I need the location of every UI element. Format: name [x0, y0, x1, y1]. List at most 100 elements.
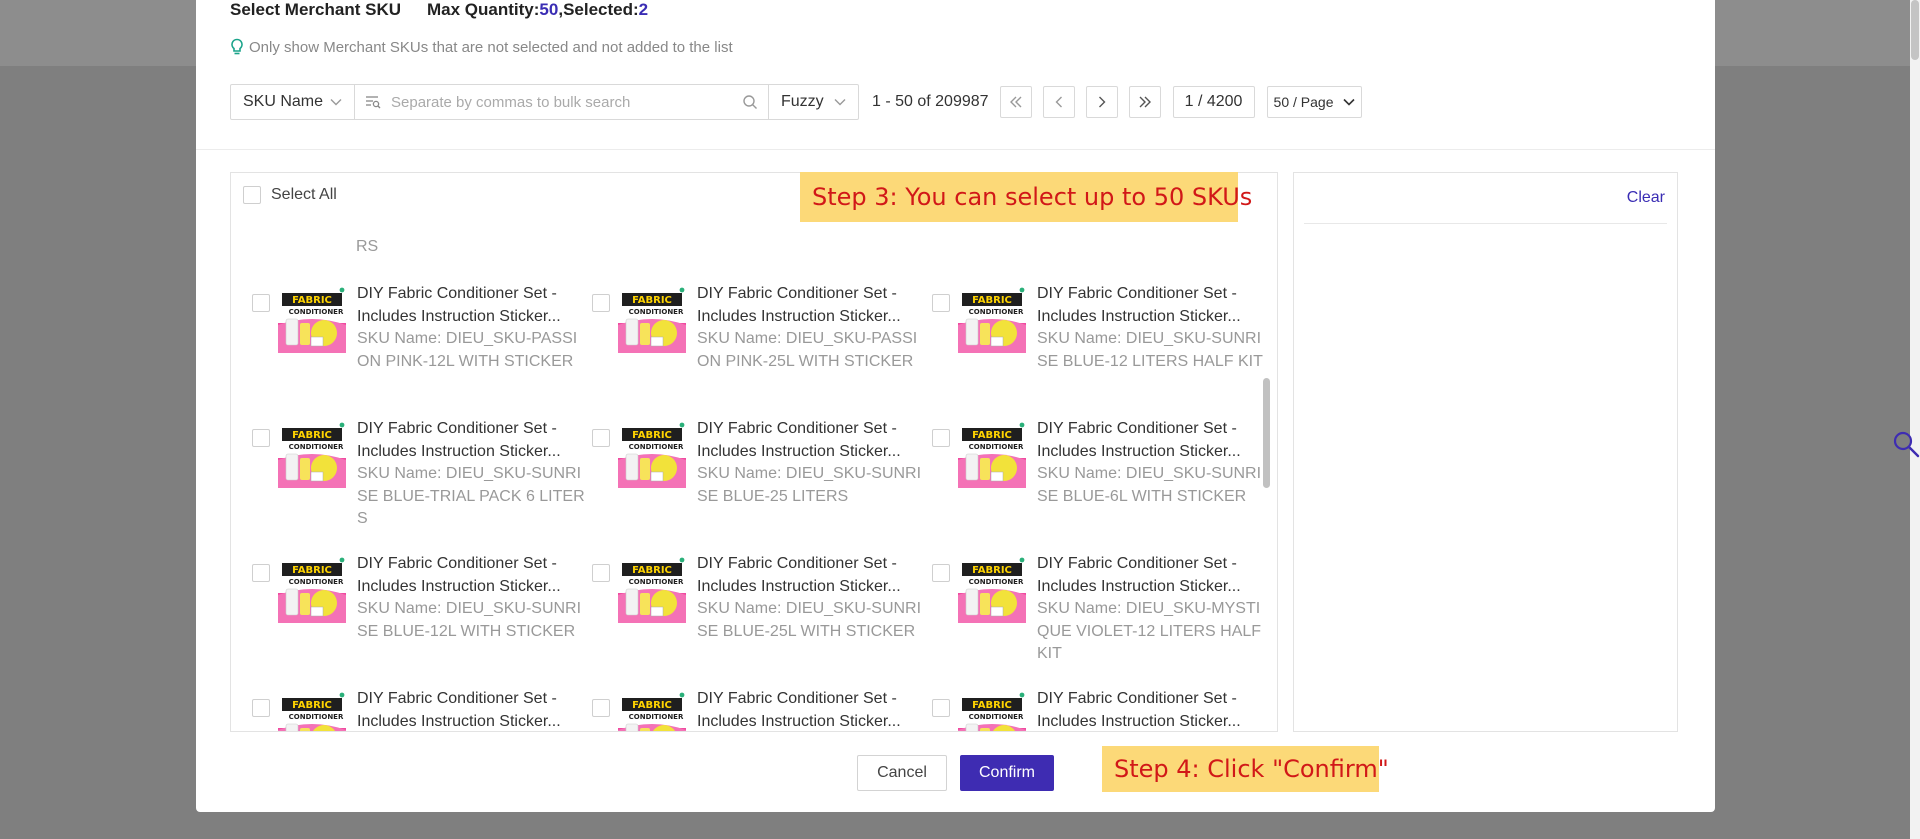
product-title-line1: DIY Fabric Conditioner Set -: [697, 285, 897, 302]
modal-header: Select Merchant SKU Max Quantity: 50 , S…: [230, 0, 648, 20]
svg-text:CONDITIONER: CONDITIONER: [969, 443, 1024, 451]
svg-text:CONDITIONER: CONDITIONER: [969, 308, 1024, 316]
page-number-input[interactable]: 1 / 4200: [1172, 86, 1255, 118]
product-title-line2: Includes Instruction Sticker...: [1037, 307, 1241, 325]
first-page-button[interactable]: [999, 86, 1032, 118]
search-icon[interactable]: [1892, 430, 1920, 458]
select-all-checkbox[interactable]: [243, 186, 261, 204]
sku-search-box: [354, 84, 769, 120]
product-title-line2: Includes Instruction Sticker...: [1037, 712, 1241, 730]
chevron-down-icon: [834, 99, 846, 106]
lightbulb-icon: [231, 38, 243, 55]
sku-list-item[interactable]: FABRIC CONDITIONER DIY Fabric Conditioner …: [592, 418, 932, 528]
sku-list-panel: Select All RS FABRIC CONDITIONER DIY Fabri…: [230, 172, 1278, 732]
sku-item-checkbox[interactable]: [592, 564, 610, 582]
list-scrollbar[interactable]: [1262, 243, 1272, 728]
sku-item-checkbox[interactable]: [932, 564, 950, 582]
sku-item-text: DIY Fabric Conditioner Set - Includes Ins…: [1037, 553, 1267, 666]
sku-list-item[interactable]: FABRIC CONDITIONER DIY Fabric Conditioner …: [592, 283, 932, 393]
sku-list-item[interactable]: FABRIC CONDITIONER DIY Fabric Conditioner …: [252, 418, 592, 528]
sku-item-text: DIY Fabric Conditioner Set - Includes Ins…: [1037, 418, 1267, 508]
modal-title: Select Merchant SKU: [230, 0, 401, 19]
page-scrollbar[interactable]: [1910, 0, 1920, 839]
svg-text:CONDITIONER: CONDITIONER: [289, 308, 344, 316]
svg-text:FABRIC: FABRIC: [292, 700, 332, 711]
filter-list-icon: [366, 96, 381, 109]
product-title-line1: DIY Fabric Conditioner Set -: [357, 555, 557, 572]
sku-list-item[interactable]: FABRIC CONDITIONER DIY Fabric Conditioner …: [252, 283, 592, 393]
sku-name: SKU Name: DIEU_SKU-SUNRISE BLUE-6L WITH …: [1037, 465, 1262, 505]
list-scrollbar-thumb[interactable]: [1263, 378, 1270, 488]
sku-name: SKU Name: DIEU_SKU-SUNRISE BLUE-12 LITER…: [1037, 330, 1263, 370]
step3-annotation: Step 3: You can select up to 50 SKUs: [800, 172, 1252, 222]
svg-text:CONDITIONER: CONDITIONER: [629, 443, 684, 451]
sku-name: SKU Name: DIEU_SKU-PASSION PINK-12L WITH…: [357, 330, 578, 370]
product-title-line1: DIY Fabric Conditioner Set -: [1037, 555, 1237, 572]
search-icon[interactable]: [742, 94, 758, 110]
sku-item-checkbox[interactable]: [932, 429, 950, 447]
search-field-value: SKU Name: [243, 93, 324, 110]
sku-list-item[interactable]: FABRIC CONDITIONER DIY Fabric Conditioner …: [592, 553, 932, 663]
sku-item-checkbox[interactable]: [932, 699, 950, 717]
hint-row: Only show Merchant SKUs that are not sel…: [230, 38, 733, 56]
sku-list-item[interactable]: FABRIC CONDITIONER DIY Fabric Conditioner …: [932, 283, 1272, 393]
confirm-button[interactable]: Confirm: [960, 755, 1054, 791]
sku-item-checkbox[interactable]: [252, 294, 270, 312]
product-thumbnail: FABRIC CONDITIONER: [958, 287, 1026, 353]
svg-text:CONDITIONER: CONDITIONER: [629, 578, 684, 586]
product-title-line2: Includes Instruction Sticker...: [697, 442, 901, 460]
product-thumbnail: FABRIC CONDITIONER: [618, 287, 686, 353]
svg-text:FABRIC: FABRIC: [972, 430, 1012, 441]
sku-list-item[interactable]: FABRIC CONDITIONER DIY Fabric Conditioner …: [592, 688, 932, 731]
page-size-select[interactable]: 50 / Page: [1266, 86, 1362, 118]
svg-text:CONDITIONER: CONDITIONER: [289, 578, 344, 586]
svg-text:CONDITIONER: CONDITIONER: [629, 713, 684, 721]
svg-text:FABRIC: FABRIC: [632, 565, 672, 576]
sku-item-text: DIY Fabric Conditioner Set - Includes Ins…: [357, 418, 587, 531]
product-thumbnail: FABRIC CONDITIONER: [278, 422, 346, 488]
sku-list-item[interactable]: FABRIC CONDITIONER DIY Fabric Conditioner …: [252, 688, 592, 731]
sku-list-item[interactable]: FABRIC CONDITIONER DIY Fabric Conditioner …: [252, 553, 592, 663]
select-all-row[interactable]: Select All: [243, 186, 337, 204]
product-title-line2: Includes Instruction Sticker...: [697, 577, 901, 595]
sku-list-item[interactable]: FABRIC CONDITIONER DIY Fabric Conditioner …: [932, 688, 1272, 731]
svg-text:FABRIC: FABRIC: [292, 565, 332, 576]
sku-name: SKU Name: DIEU_SKU-MYSTIQUE VIOLET-12 LI…: [1037, 600, 1262, 662]
sku-item-checkbox[interactable]: [592, 699, 610, 717]
selected-sku-panel: Clear: [1293, 172, 1678, 732]
sku-item-checkbox[interactable]: [252, 564, 270, 582]
chevron-left-icon: [1055, 96, 1062, 108]
prev-page-button[interactable]: [1042, 86, 1075, 118]
chevron-down-icon: [330, 99, 342, 106]
sku-item-text: DIY Fabric Conditioner Set - Includes Ins…: [1037, 283, 1267, 373]
sku-list-item[interactable]: FABRIC CONDITIONER DIY Fabric Conditioner …: [932, 553, 1272, 663]
product-title-line1: DIY Fabric Conditioner Set -: [1037, 285, 1237, 302]
product-thumbnail: FABRIC CONDITIONER: [618, 557, 686, 623]
sku-item-text: DIY Fabric Conditioner Set - Includes Ins…: [357, 688, 587, 731]
sku-item-checkbox[interactable]: [932, 294, 950, 312]
sku-item-checkbox[interactable]: [252, 699, 270, 717]
svg-text:FABRIC: FABRIC: [292, 295, 332, 306]
match-mode-select[interactable]: Fuzzy: [768, 84, 859, 120]
max-quantity-label: Max Quantity:: [427, 0, 540, 19]
svg-text:FABRIC: FABRIC: [972, 295, 1012, 306]
clear-selection-link[interactable]: Clear: [1627, 189, 1665, 207]
sku-list-item[interactable]: FABRIC CONDITIONER DIY Fabric Conditioner …: [932, 418, 1272, 528]
product-thumbnail: FABRIC CONDITIONER: [958, 557, 1026, 623]
sku-search-input[interactable]: [391, 93, 742, 111]
product-thumbnail: FABRIC CONDITIONER: [618, 422, 686, 488]
page-scrollbar-thumb[interactable]: [1911, 0, 1919, 60]
last-page-button[interactable]: [1128, 86, 1161, 118]
next-page-button[interactable]: [1085, 86, 1118, 118]
header-divider: [196, 149, 1715, 150]
product-thumbnail: FABRIC CONDITIONER: [278, 692, 346, 731]
cancel-button[interactable]: Cancel: [857, 755, 947, 791]
sku-item-checkbox[interactable]: [252, 429, 270, 447]
step4-annotation: Step 4: Click "Confirm": [1102, 746, 1389, 792]
sku-item-checkbox[interactable]: [592, 429, 610, 447]
sku-item-text: DIY Fabric Conditioner Set - Includes Ins…: [1037, 688, 1267, 731]
product-title-line2: Includes Instruction Sticker...: [357, 307, 561, 325]
sku-item-checkbox[interactable]: [592, 294, 610, 312]
search-field-select[interactable]: SKU Name: [230, 84, 355, 120]
selected-count: 2: [638, 0, 649, 19]
